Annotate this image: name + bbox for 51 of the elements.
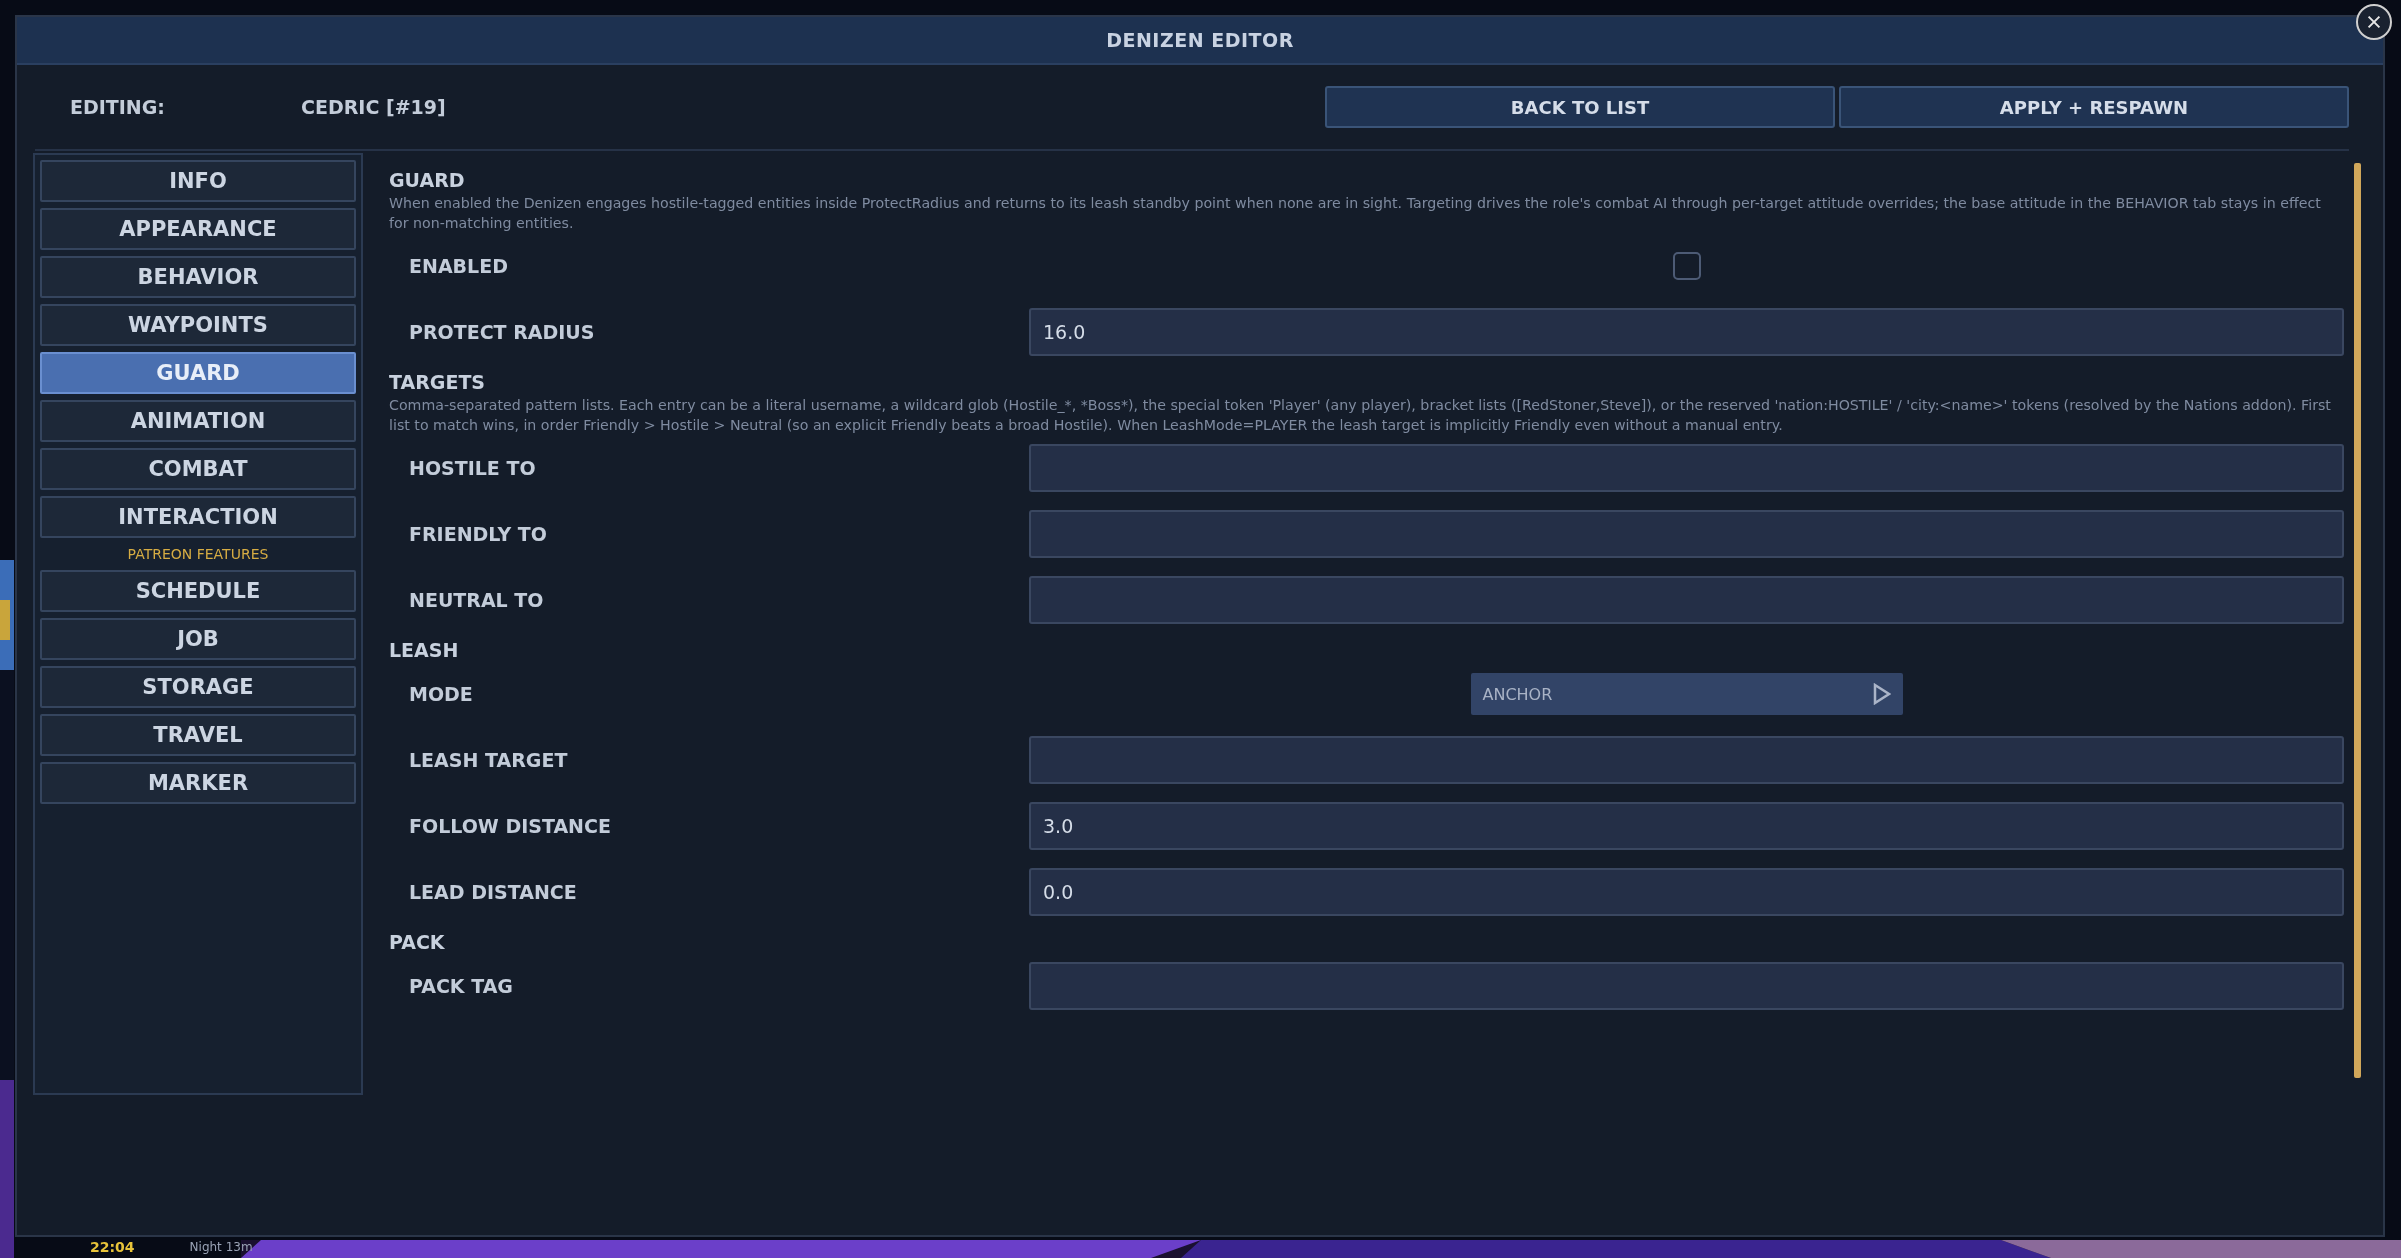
mode-dropdown[interactable]: ANCHOR [1470,673,1903,715]
field-label: PACK TAG [408,975,514,997]
field-label: NEUTRAL TO [408,589,545,611]
sidebar-tab[interactable]: WAYPOINTS [40,304,356,346]
section-title: TARGETS [389,371,487,393]
sidebar-tab[interactable]: BEHAVIOR [40,256,356,298]
field-label: MODE [408,683,474,705]
close-icon [2365,13,2383,31]
sidebar-heading: PATREON FEATURES [126,545,270,564]
close-button[interactable] [2356,4,2392,40]
field-label: LEAD DISTANCE [408,881,578,903]
header-button[interactable]: BACK TO LIST [1325,86,1835,128]
section-title: PACK [389,931,446,953]
input-field[interactable]: 16.0 [1029,308,2344,356]
input-field[interactable] [1029,444,2344,492]
input-field[interactable] [1029,736,2344,784]
sidebar-tab[interactable]: APPEARANCE [40,208,356,250]
input-field[interactable]: 0.0 [1029,868,2344,916]
field-label: HOSTILE TO [408,457,537,479]
section-description: Comma-separated pattern lists. Each entry can be a literal username, a wildcard glob (Hostile_*, *Boss*), the special token 'Player' (any player), bracket lists ([RedStoner,Steve]), or the reserved 'nation:HOSTILE' / 'city:<name>' tokens (resolved by the Nations addon). First list to match wins, in order Friendly > Hostile > Neutral (so an explicit Friendly beats a broad Hostile). When LeashMode=PLAYER the leash target is implicitly Friendly even without a manual entry. [389,396,2332,435]
section-title: GUARD [389,169,466,191]
play-arrow-icon [1872,683,1891,705]
denizen-name: CEDRIC [#19] [301,96,446,118]
field-label: FOLLOW DISTANCE [408,815,612,837]
section-title: LEASH [389,639,460,661]
sidebar-tab[interactable]: INFO [40,160,356,202]
input-field[interactable]: 3.0 [1029,802,2344,850]
sidebar-tab[interactable]: MARKER [40,762,356,804]
sidebar-tab[interactable]: JOB [40,618,356,660]
scrollbar[interactable] [2354,163,2361,1078]
sidebar-tab[interactable]: TRAVEL [40,714,356,756]
input-field[interactable] [1029,510,2344,558]
section-description: When enabled the Denizen engages hostile-tagged entities inside ProtectRadius and returns to its leash standby point when none are in sight. Targeting drives the role's combat AI through per-target attitude overrides; the base attitude in the BEHAVIOR tab stays in effect for non-matching entities. [389,194,2322,233]
checkbox[interactable] [1672,252,1701,280]
sidebar-tab[interactable]: ANIMATION [40,400,356,442]
clock-time: 22:04 [90,1239,135,1255]
editing-label: EDITING: [69,96,166,118]
sidebar-tab[interactable]: COMBAT [40,448,356,490]
header-button[interactable]: APPLY + RESPAWN [1839,86,2349,128]
sidebar-tab[interactable]: GUARD [40,352,356,394]
input-field[interactable] [1029,962,2344,1010]
sidebar-tab[interactable]: INTERACTION [40,496,356,538]
sidebar-tab[interactable]: STORAGE [40,666,356,708]
field-label: LEASH TARGET [408,749,569,771]
field-label: ENABLED [408,255,509,277]
day-phase: Night 13m [189,1240,253,1254]
window-title: DENIZEN EDITOR [1106,29,1294,51]
sidebar-tab[interactable]: SCHEDULE [40,570,356,612]
field-label: PROTECT RADIUS [408,321,596,343]
field-label: FRIENDLY TO [408,523,548,545]
input-field[interactable] [1029,576,2344,624]
